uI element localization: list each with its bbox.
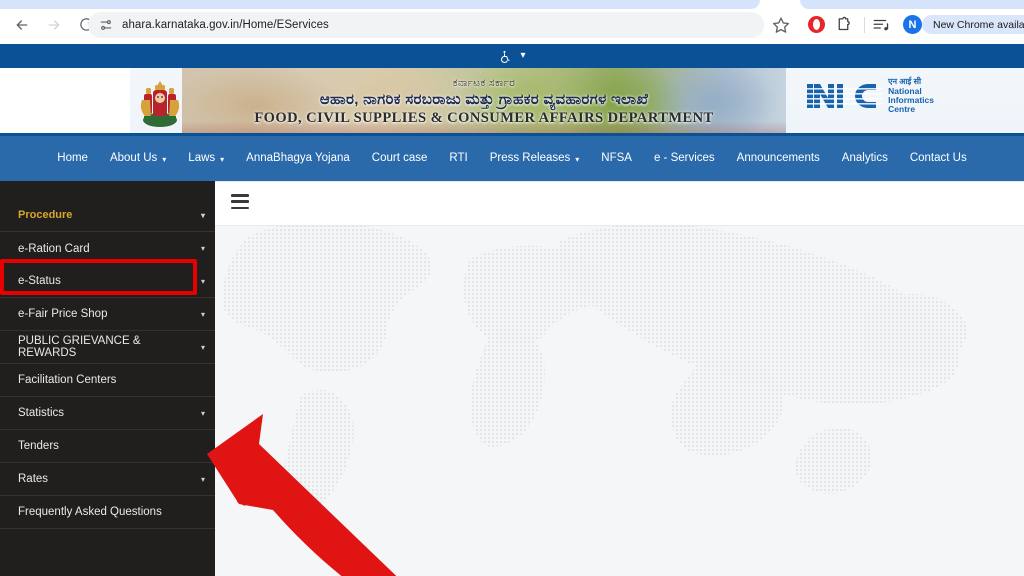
profile-avatar[interactable]: N <box>903 15 922 34</box>
nav-item-analytics[interactable]: Analytics <box>831 151 899 165</box>
sidebar-item-public-grievance-rewards[interactable]: PUBLIC GRIEVANCE & REWARDS ▾ <box>0 331 215 364</box>
sidebar-item-label: Procedure <box>18 209 73 221</box>
nav-item-label: Laws <box>188 151 216 164</box>
sidebar-item-e-status[interactable]: e-Status ▾ <box>0 265 215 298</box>
accessibility-strip: ▾ <box>0 44 1024 68</box>
sidebar-item-rates[interactable]: Rates ▾ <box>0 463 215 496</box>
chevron-down-icon: ▾ <box>200 210 205 220</box>
nic-line-3: Centre <box>888 103 916 114</box>
nav-item-label: e - Services <box>653 151 715 164</box>
browser-toolbar: ahara.karnataka.gov.in/Home/EServices N … <box>0 8 1024 41</box>
nav-item-contact-us[interactable]: Contact Us <box>899 151 978 165</box>
sidebar-item-label: e-Fair Price Shop <box>18 308 108 320</box>
address-bar[interactable]: ahara.karnataka.gov.in/Home/EServices <box>88 12 764 38</box>
browser-chrome: ahara.karnataka.gov.in/Home/EServices N … <box>0 0 1024 44</box>
web-page: ▾ ಕರ್ನಾಟಕ ಸರ್ಕಾರ ಆಹಾರ, ನಾಗರಿಕ ಸರಬರಾಜು ಮತ… <box>0 44 1024 576</box>
chevron-down-icon: ▾ <box>200 408 205 418</box>
nav-item-annabhagya-yojana[interactable]: AnnaBhagya Yojana <box>235 151 361 165</box>
nav-item-label: AnnaBhagya Yojana <box>246 151 350 164</box>
nic-wordmark-icon <box>806 84 883 109</box>
chevron-down-icon: ▾ <box>520 50 526 61</box>
chrome-update-pill[interactable]: New Chrome available <box>922 15 1024 34</box>
chevron-down-icon: ▾ <box>200 276 205 286</box>
reading-list-icon[interactable] <box>872 16 890 34</box>
banner-text: ಕರ್ನಾಟಕ ಸರ್ಕಾರ ಆಹಾರ, ನಾಗರಿಕ ಸರಬರಾಜು ಮತ್ತ… <box>182 70 786 136</box>
sidebar-item-label: Rates <box>18 473 49 485</box>
url-text: ahara.karnataka.gov.in/Home/EServices <box>122 19 329 31</box>
nav-item-label: Announcements <box>736 151 820 164</box>
extensions-puzzle-icon[interactable] <box>835 16 852 33</box>
nav-item-label: Analytics <box>841 151 888 164</box>
chevron-down-icon: ▾ <box>200 342 205 352</box>
nav-item-e-services[interactable]: e - Services <box>643 151 726 165</box>
sidebar-item-label: Frequently Asked Questions <box>18 506 162 518</box>
banner-left-pad <box>0 68 130 136</box>
red-pointer-arrow <box>207 406 495 576</box>
nav-item-label: Contact Us <box>909 151 967 164</box>
red-arrow-svg <box>207 414 397 576</box>
opera-icon[interactable] <box>808 16 825 33</box>
nav-item-label: About Us <box>109 151 158 164</box>
forward-arrow-icon[interactable] <box>40 11 68 39</box>
nav-item-home[interactable]: Home <box>46 151 99 165</box>
sidebar-item-label: Tenders <box>18 440 59 452</box>
nav-item-label: Court case <box>371 151 428 164</box>
chevron-down-icon: ▾ <box>575 154 580 164</box>
chevron-down-icon: ▾ <box>200 309 205 319</box>
back-arrow-icon[interactable] <box>8 11 36 39</box>
accessibility-wheelchair-icon <box>498 50 511 63</box>
nav-item-list: Home About Us ▾ Laws ▾ AnnaBhagya Yojana Court… <box>46 151 978 165</box>
nav-item-label: NFSA <box>601 151 632 164</box>
nav-item-label: Home <box>57 151 88 164</box>
sidebar-item-label: e-Ration Card <box>18 242 90 255</box>
govt-name-kannada: ಕರ್ನಾಟಕ ಸರ್ಕಾರ <box>452 77 516 90</box>
hamburger-menu-icon[interactable] <box>231 194 249 209</box>
accessibility-menu[interactable]: ▾ <box>498 50 526 63</box>
chevron-down-icon: ▾ <box>200 244 205 253</box>
star-icon[interactable] <box>772 16 790 34</box>
nav-item-nfsa[interactable]: NFSA <box>590 151 643 165</box>
sidebar-item-facilitation-centers[interactable]: Facilitation Centers <box>0 364 215 397</box>
nav-item-label: Press Releases <box>489 151 571 164</box>
sidebar-item-tenders[interactable]: Tenders <box>0 430 215 463</box>
main-navigation: Home About Us ▾ Laws ▾ AnnaBhagya Yojana Court… <box>0 136 1024 181</box>
nav-item-label: RTI <box>449 151 468 164</box>
chevron-down-icon: ▾ <box>200 474 205 484</box>
sidebar-item-e-fair-price-shop[interactable]: e-Fair Price Shop ▾ <box>0 298 215 331</box>
chevron-down-icon: ▾ <box>162 154 167 164</box>
content-toolbar <box>215 182 1024 226</box>
chevron-down-icon: ▾ <box>220 154 225 164</box>
sidebar-item-statistics[interactable]: Statistics ▾ <box>0 397 215 430</box>
nav-item-about-us[interactable]: About Us ▾ <box>99 151 177 165</box>
sidebar-item-e-ration-card[interactable]: e-Ration Card ▾ <box>0 232 215 265</box>
nic-logo: एन आई सी National Informatics Centre <box>806 77 934 114</box>
sidebar-menu: Procedure ▾ e-Ration Card ▾ e-Status ▾ e-Fair … <box>0 181 215 576</box>
karnataka-state-emblem <box>138 74 182 130</box>
nav-item-press-releases[interactable]: Press Releases ▾ <box>479 151 591 165</box>
department-name-english: FOOD, CIVIL SUPPLIES & CONSUMER AFFAIRS … <box>254 110 714 127</box>
sidebar-item-frequently-asked-questions[interactable]: Frequently Asked Questions <box>0 496 215 529</box>
sidebar-item-list: Procedure ▾ e-Ration Card ▾ e-Status ▾ e-Fair … <box>0 199 215 529</box>
sidebar-item-label: PUBLIC GRIEVANCE & REWARDS <box>18 335 141 359</box>
toolbar-divider <box>864 17 865 33</box>
tab-strip <box>0 0 1024 9</box>
sidebar-item-label: Statistics <box>18 407 65 419</box>
site-banner: ಕರ್ನಾಟಕ ಸರ್ಕಾರ ಆಹಾರ, ನಾಗರಿಕ ಸರಬರಾಜು ಮತ್ತ… <box>0 68 1024 136</box>
nav-item-laws[interactable]: Laws ▾ <box>177 151 235 165</box>
sidebar-item-label: Facilitation Centers <box>18 374 117 386</box>
nav-item-rti[interactable]: RTI <box>438 151 478 165</box>
department-name-kannada: ಆಹಾರ, ನಾಗರಿಕ ಸರಬರಾಜು ಮತ್ತು ಗ್ರಾಹಕರ ವ್ಯವಹ… <box>319 90 649 108</box>
nav-item-announcements[interactable]: Announcements <box>726 151 831 165</box>
nav-item-court-case[interactable]: Court case <box>361 151 439 165</box>
content-area: 1 Procedure▾e-Ration Card▾e-Status▾e-Fai… <box>0 181 1024 576</box>
tune-icon[interactable] <box>98 18 113 33</box>
sidebar-item-procedure[interactable]: Procedure ▾ <box>0 199 215 232</box>
sidebar-item-label: e-Status <box>18 275 61 287</box>
